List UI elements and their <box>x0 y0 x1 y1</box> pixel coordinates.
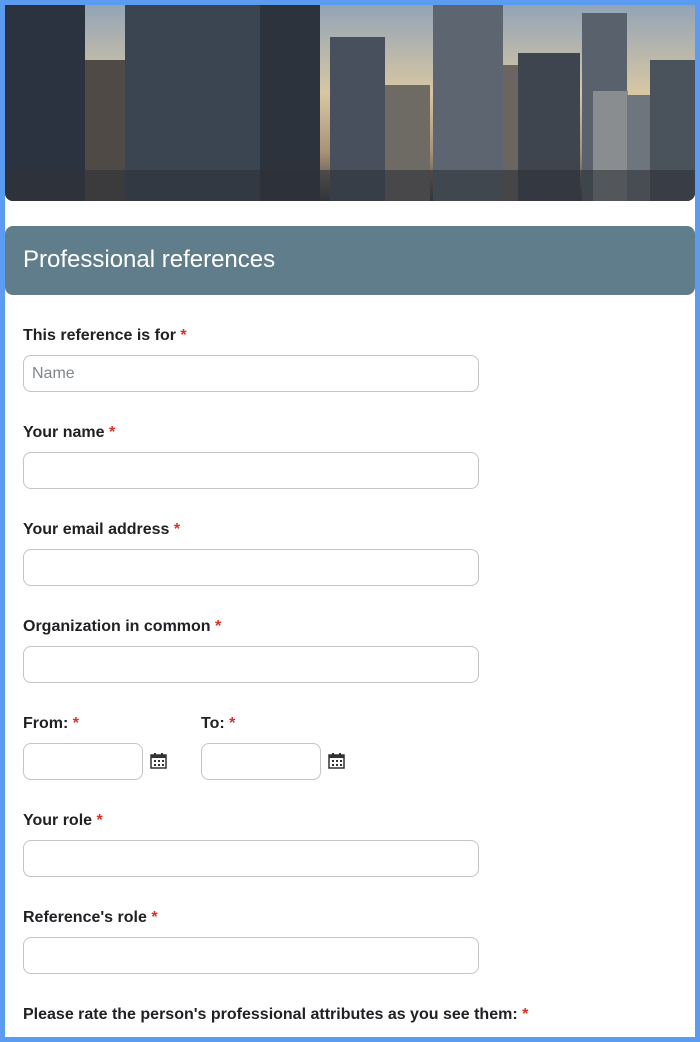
question-your-role-label: Your role * <box>23 812 103 829</box>
your-name-input[interactable] <box>23 452 479 489</box>
reference-role-input[interactable] <box>23 937 479 974</box>
email-input[interactable] <box>23 549 479 586</box>
to-date-input[interactable] <box>201 743 321 780</box>
calendar-icon[interactable] <box>150 753 167 769</box>
form-title: Professional references <box>23 246 276 273</box>
organization-input[interactable] <box>23 646 479 683</box>
question-organization-label: Organization in common * <box>23 618 222 635</box>
question-email-label: Your email address * <box>23 521 181 538</box>
question-from-label: From: * <box>23 715 80 732</box>
question-reference-for-label: This reference is for * <box>23 327 187 344</box>
required-mark: * <box>108 424 116 441</box>
your-role-input[interactable] <box>23 840 479 877</box>
question-rating-label: Please rate the person's professional at… <box>23 1006 529 1023</box>
question-to-label: To: * <box>201 715 236 732</box>
question-your-name-label: Your name * <box>23 424 116 441</box>
question-reference-role-label: Reference's role * <box>23 909 158 926</box>
form-container: Professional references This reference i… <box>5 5 695 1037</box>
calendar-icon[interactable] <box>328 753 345 769</box>
required-mark: * <box>72 715 80 732</box>
required-mark: * <box>522 1006 529 1023</box>
reference-for-input[interactable] <box>23 355 479 392</box>
required-mark: * <box>229 715 236 732</box>
required-mark: * <box>151 909 158 926</box>
from-date-input[interactable] <box>23 743 143 780</box>
required-mark: * <box>180 327 187 344</box>
form-header: Professional references <box>5 226 695 295</box>
required-mark: * <box>96 812 103 829</box>
required-mark: * <box>173 521 181 538</box>
required-mark: * <box>215 618 222 635</box>
banner-image <box>5 5 695 201</box>
